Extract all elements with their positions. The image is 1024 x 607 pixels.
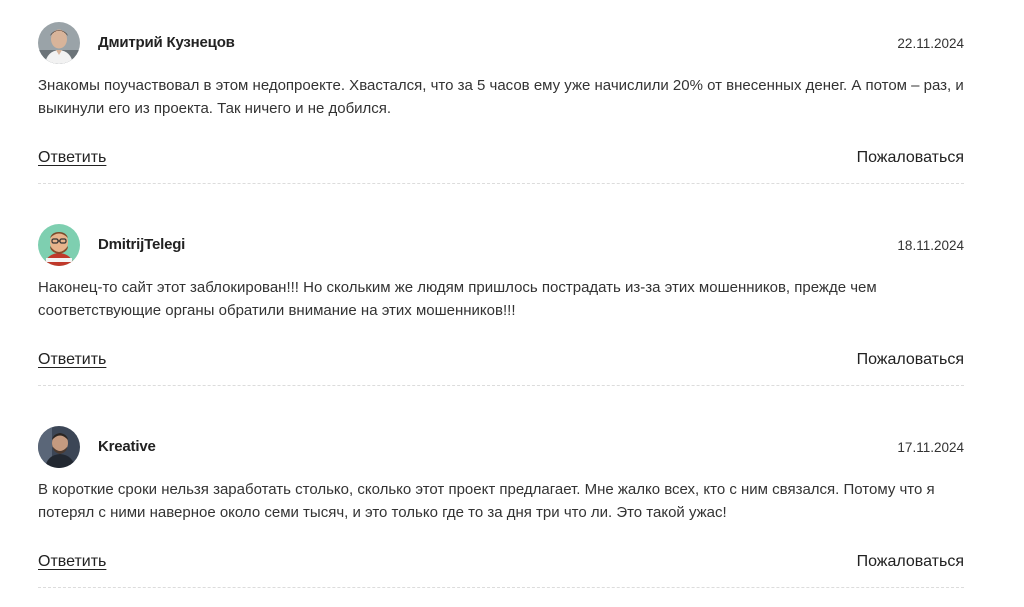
comments-list: Дмитрий Кузнецов 22.11.2024 Знакомы поуч…: [0, 0, 1024, 607]
comment-author: Kreative: [98, 438, 156, 455]
comment-item: Kreative 17.11.2024 В короткие сроки нел…: [38, 426, 964, 588]
comment-author: DmitrijTelegi: [98, 236, 186, 253]
user-photo-icon[interactable]: [38, 426, 80, 468]
comment-item: Дмитрий Кузнецов 22.11.2024 Знакомы поуч…: [38, 22, 964, 184]
comment-divider: [38, 385, 964, 386]
comment-author: Дмитрий Кузнецов: [98, 34, 235, 51]
cartoon-avatar-icon[interactable]: [38, 224, 80, 266]
report-link[interactable]: Пожаловаться: [857, 351, 964, 369]
comment-header: Дмитрий Кузнецов 22.11.2024: [38, 22, 964, 66]
report-link[interactable]: Пожаловаться: [857, 149, 964, 167]
comment-date: 18.11.2024: [897, 238, 964, 253]
reply-link[interactable]: Ответить: [38, 149, 106, 167]
comment-date: 17.11.2024: [897, 440, 964, 455]
comment-header: Kreative 17.11.2024: [38, 426, 964, 470]
user-photo-icon[interactable]: [38, 22, 80, 64]
comment-divider: [38, 587, 964, 588]
comment-item: DmitrijTelegi 18.11.2024 Наконец-то сайт…: [38, 224, 964, 386]
comment-header: DmitrijTelegi 18.11.2024: [38, 224, 964, 268]
reply-link[interactable]: Ответить: [38, 351, 106, 369]
comment-text: Наконец-то сайт этот заблокирован!!! Но …: [38, 279, 877, 319]
comment-divider: [38, 183, 964, 184]
report-link[interactable]: Пожаловаться: [857, 553, 964, 571]
reply-link[interactable]: Ответить: [38, 553, 106, 571]
comment-text: Знакомы поучаствовал в этом недопроекте.…: [38, 77, 964, 117]
comment-text: В короткие сроки нельзя заработать столь…: [38, 481, 935, 521]
comment-date: 22.11.2024: [897, 36, 964, 51]
